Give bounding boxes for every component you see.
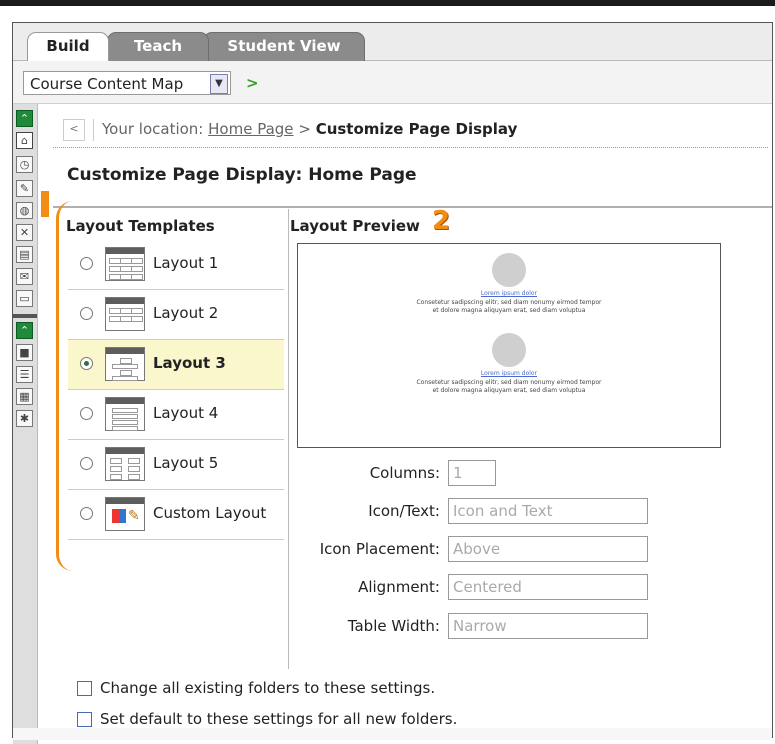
layout-label: Layout 2 (153, 304, 219, 322)
set-default-option[interactable]: Set default to these settings for all ne… (77, 710, 457, 728)
layout-option-3[interactable]: Layout 3 (68, 340, 284, 390)
tools-icon[interactable]: ✱ (16, 410, 33, 427)
layout-1-thumbnail (105, 247, 145, 281)
layout-preview-box: Lorem ipsum dolor Consetetur sadipscing … (297, 243, 721, 448)
table-width-row: Table Width: Narrow (303, 613, 663, 639)
layout-radio[interactable] (80, 357, 93, 370)
layout-radio[interactable] (80, 457, 93, 470)
preview-block: Lorem ipsum dolor Consetetur sadipscing … (298, 333, 720, 395)
grid-icon[interactable]: ▦ (16, 388, 33, 405)
column-divider (288, 209, 289, 669)
mail-icon[interactable]: ✉ (16, 268, 33, 285)
pin-icon[interactable]: ✕ (16, 224, 33, 241)
icon-text-field[interactable]: Icon and Text (448, 498, 648, 524)
layout-option-custom[interactable]: ✎ Custom Layout (68, 490, 284, 540)
alignment-label: Alignment: (358, 578, 440, 596)
preview-block: Lorem ipsum dolor Consetetur sadipscing … (298, 253, 720, 315)
breadcrumb-home-link[interactable]: Home Page (208, 120, 293, 138)
layout-preview-heading: Layout Preview (290, 217, 420, 235)
table-icon[interactable]: ☰ (16, 366, 33, 383)
strip-separator (13, 314, 37, 318)
layout-5-thumbnail (105, 447, 145, 481)
breadcrumb-separator: > (298, 120, 311, 138)
breadcrumb-prefix: Your location: (102, 120, 204, 138)
back-arrow-icon[interactable]: < (63, 118, 85, 141)
checkbox[interactable] (77, 681, 92, 696)
left-icon-strip: ⌃ ⌂ ◷ ✎ ◍ ✕ ▤ ✉ ▭ ⌃ ■ ☰ ▦ ✱ (13, 104, 38, 744)
checkbox[interactable] (77, 712, 92, 727)
table-width-label: Table Width: (347, 617, 440, 635)
preview-icon (492, 253, 526, 287)
go-arrow-icon[interactable]: > (246, 74, 259, 92)
collapse-up-icon-2[interactable]: ⌃ (16, 322, 33, 339)
layout-label: Layout 5 (153, 454, 219, 472)
collapse-up-icon[interactable]: ⌃ (16, 110, 33, 127)
icon-placement-row: Icon Placement: Above (303, 536, 663, 562)
columns-label: Columns: (369, 464, 440, 482)
custom-layout-thumbnail: ✎ (105, 497, 145, 531)
preview-icon (492, 333, 526, 367)
preview-link: Lorem ipsum dolor (480, 290, 538, 297)
layout-radio[interactable] (80, 307, 93, 320)
content-frame: Student View Teach Build Course Content … (12, 22, 773, 744)
title-divider (53, 206, 772, 208)
layout-radio[interactable] (80, 407, 93, 420)
tab-build[interactable]: Build (27, 32, 109, 62)
red-box-icon[interactable]: ■ (16, 344, 33, 361)
callout-1-marker (41, 191, 49, 217)
checkbox-label: Change all existing folders to these set… (100, 679, 436, 697)
layout-option-1[interactable]: Layout 1 (68, 240, 284, 290)
document-icon[interactable]: ▤ (16, 246, 33, 263)
layout-label: Custom Layout (153, 504, 267, 522)
globe-icon[interactable]: ◍ (16, 202, 33, 219)
page-title: Customize Page Display: Home Page (67, 165, 417, 185)
change-existing-folders-option[interactable]: Change all existing folders to these set… (77, 679, 435, 697)
callout-2: 2 (432, 206, 451, 236)
columns-field[interactable]: 1 (448, 460, 496, 486)
alignment-field[interactable]: Centered (448, 574, 648, 600)
layout-2-thumbnail (105, 297, 145, 331)
layout-option-2[interactable]: Layout 2 (68, 290, 284, 340)
layout-radio[interactable] (80, 507, 93, 520)
course-map-select-value: Course Content Map (30, 75, 184, 93)
top-border (0, 0, 775, 6)
tool-icon[interactable]: ✎ (16, 180, 33, 197)
preview-text: Consetetur sadipscing elitr, sed diam no… (416, 299, 602, 314)
layout-option-5[interactable]: Layout 5 (68, 440, 284, 490)
icon-text-row: Icon/Text: Icon and Text (303, 498, 663, 524)
icon-text-label: Icon/Text: (368, 502, 440, 520)
icon-placement-label: Icon Placement: (319, 540, 440, 558)
layout-templates-heading: Layout Templates (66, 217, 215, 235)
course-map-select[interactable]: Course Content Map ▼ (23, 71, 231, 95)
layout-4-thumbnail (105, 397, 145, 431)
chevron-down-icon[interactable]: ▼ (210, 74, 228, 94)
bottom-fade (13, 728, 772, 740)
icon-placement-field[interactable]: Above (448, 536, 648, 562)
folder-icon[interactable]: ▭ (16, 290, 33, 307)
columns-row: Columns: 1 (303, 460, 663, 486)
layout-label: Layout 4 (153, 404, 219, 422)
tab-student-view[interactable]: Student View (203, 32, 365, 61)
tab-bar: Student View Teach Build (13, 23, 772, 62)
breadcrumb-current: Customize Page Display (315, 120, 518, 138)
alignment-row: Alignment: Centered (303, 574, 663, 600)
breadcrumb: < Your location: Home Page > Customize Pa… (63, 113, 763, 145)
layout-label: Layout 1 (153, 254, 219, 272)
preview-text: Consetetur sadipscing elitr, sed diam no… (416, 379, 602, 394)
layout-option-4[interactable]: Layout 4 (68, 390, 284, 440)
breadcrumb-divider (93, 118, 94, 141)
layout-3-thumbnail (105, 347, 145, 381)
layout-radio[interactable] (80, 257, 93, 270)
toolbar: Course Content Map ▼ > (13, 61, 772, 104)
clock-icon[interactable]: ◷ (16, 156, 33, 173)
checkbox-label: Set default to these settings for all ne… (100, 710, 458, 728)
table-width-field[interactable]: Narrow (448, 613, 648, 639)
breadcrumb-rule (53, 147, 768, 148)
preview-link: Lorem ipsum dolor (480, 370, 538, 377)
layout-label: Layout 3 (153, 354, 226, 372)
home-icon[interactable]: ⌂ (16, 132, 33, 149)
tab-teach[interactable]: Teach (107, 32, 209, 61)
layout-templates-list: Layout 1 Layout 2 Layout 3 Layout 4 Layo… (68, 240, 284, 540)
